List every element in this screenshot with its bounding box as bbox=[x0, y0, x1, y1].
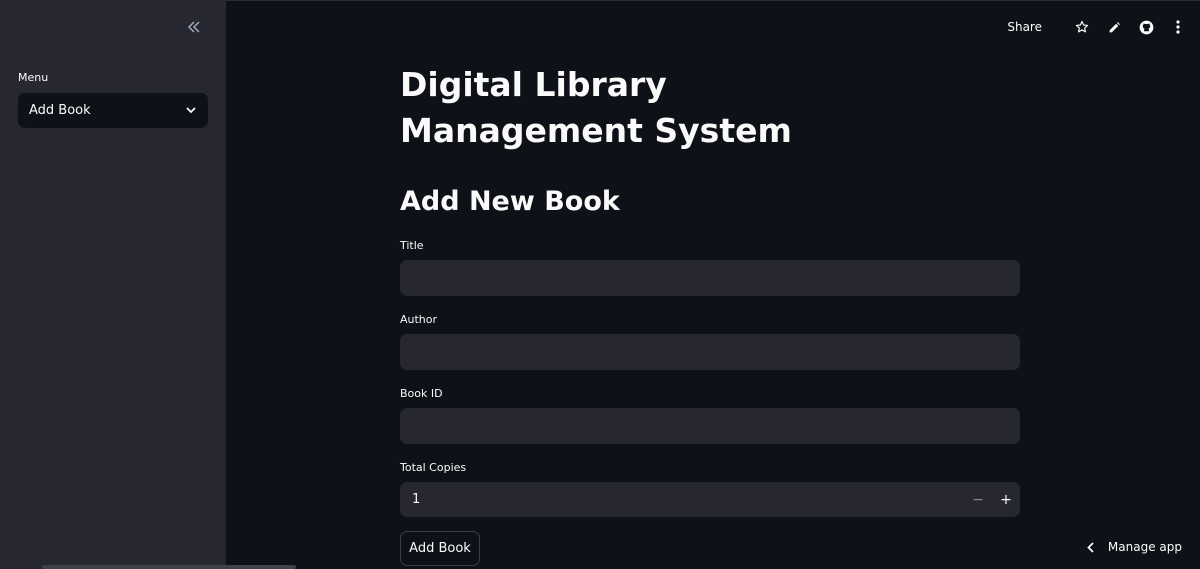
horizontal-scrollbar[interactable] bbox=[42, 565, 296, 569]
edit-button[interactable] bbox=[1106, 19, 1122, 35]
chevron-left-icon bbox=[1087, 541, 1094, 553]
star-button[interactable] bbox=[1074, 19, 1090, 35]
github-icon bbox=[1139, 20, 1153, 34]
kebab-menu-icon bbox=[1176, 20, 1180, 34]
app-window: Menu Add Book Share Digital Library Mana… bbox=[0, 0, 1200, 569]
github-button[interactable] bbox=[1138, 19, 1154, 35]
main-content: Digital Library Management System Add Ne… bbox=[400, 0, 1020, 569]
page-title: Digital Library Management System bbox=[400, 65, 792, 150]
book-id-input[interactable] bbox=[400, 408, 1020, 444]
title-input[interactable] bbox=[400, 260, 1020, 296]
collapse-sidebar-button[interactable] bbox=[181, 15, 207, 39]
total-copies-field: − + bbox=[400, 482, 1020, 517]
increment-button[interactable]: + bbox=[992, 482, 1020, 517]
author-input[interactable] bbox=[400, 334, 1020, 370]
add-book-button[interactable]: Add Book bbox=[400, 531, 480, 566]
header-toolbar: Share bbox=[1007, 16, 1186, 38]
author-label: Author bbox=[400, 313, 438, 326]
chevron-down-icon bbox=[186, 107, 196, 114]
main-menu-button[interactable] bbox=[1170, 19, 1186, 35]
menu-select-value: Add Book bbox=[29, 103, 91, 118]
manage-app-label: Manage app bbox=[1107, 540, 1182, 554]
menu-select[interactable]: Add Book bbox=[18, 93, 208, 128]
manage-app-button[interactable]: Manage app bbox=[1087, 538, 1182, 556]
section-title: Add New Book bbox=[400, 186, 620, 217]
total-copies-label: Total Copies bbox=[400, 461, 467, 474]
star-icon bbox=[1075, 20, 1089, 33]
book-id-label: Book ID bbox=[400, 387, 443, 400]
total-copies-input[interactable] bbox=[400, 482, 964, 517]
decrement-button[interactable]: − bbox=[964, 482, 992, 517]
menu-label: Menu bbox=[18, 71, 49, 84]
double-chevron-left-icon bbox=[187, 21, 200, 33]
pencil-icon bbox=[1109, 21, 1120, 32]
title-label: Title bbox=[400, 239, 424, 252]
sidebar: Menu Add Book bbox=[0, 0, 296, 569]
